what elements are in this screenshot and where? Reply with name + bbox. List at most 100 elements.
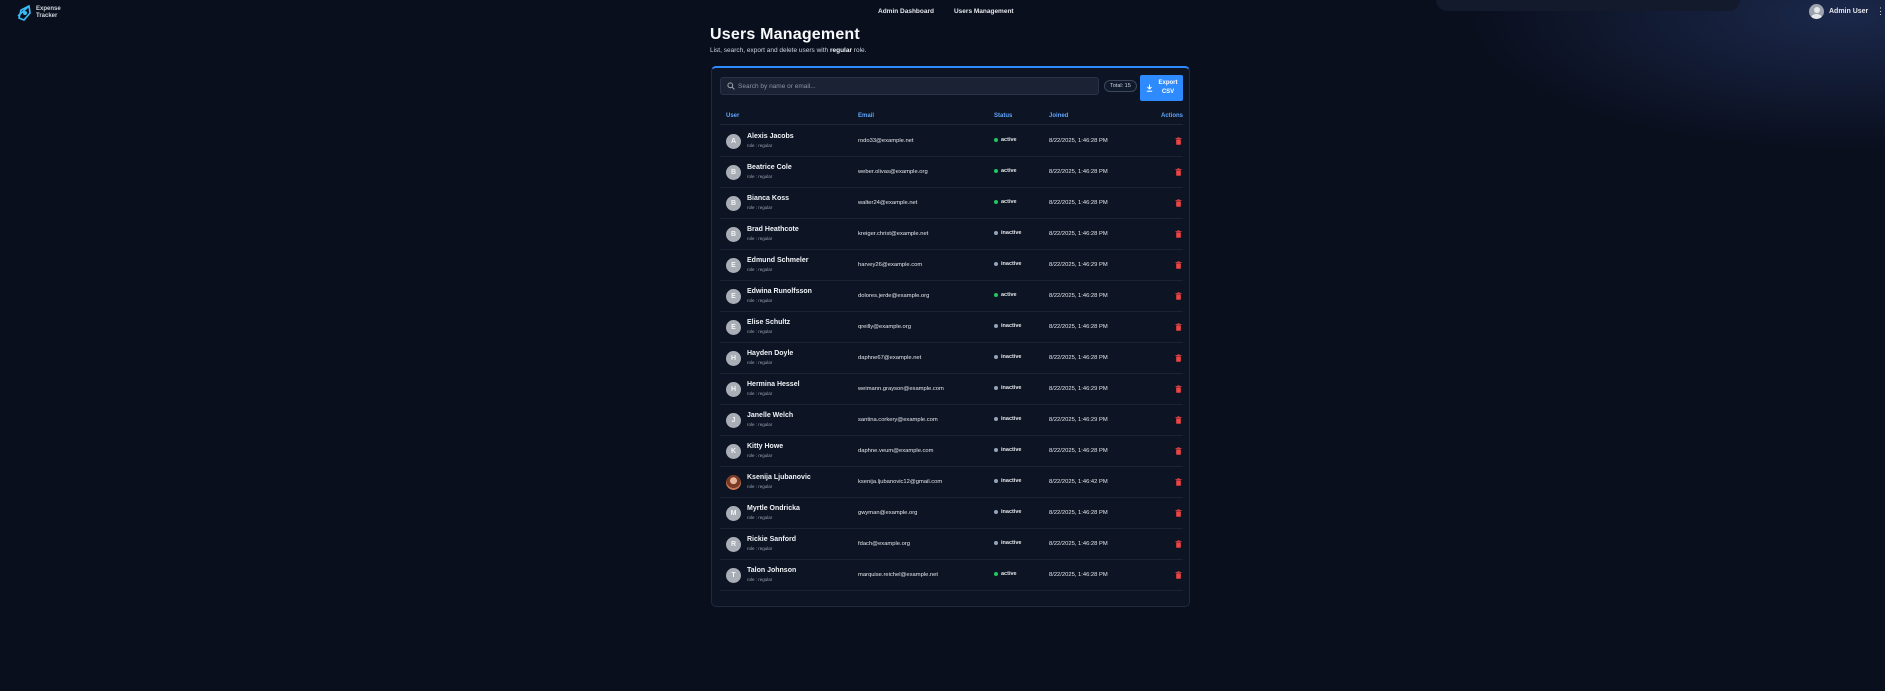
table-row[interactable]: J Janelle Welch role : regular santina.cork… — [720, 405, 1183, 436]
background-glow — [1465, 0, 1885, 150]
table-row[interactable]: E Edmund Schmeler role : regular harvey26@e… — [720, 250, 1183, 281]
table-row[interactable]: B Bianca Koss role : regular walter24@examp… — [720, 188, 1183, 219]
user-name-cell: Rickie Sanford — [747, 536, 797, 543]
kebab-menu-icon[interactable]: ⋮ — [1876, 7, 1885, 16]
user-name-cell: Bianca Koss — [747, 195, 790, 202]
table-row[interactable]: K Ksenija Ljubanovic role : regular ksenija… — [720, 467, 1183, 498]
delete-trash-icon[interactable] — [1175, 292, 1182, 300]
status-badge: active — [994, 137, 1017, 143]
user-avatar: E — [726, 320, 741, 335]
status-text: inactive — [1001, 230, 1022, 236]
joined-cell: 8/22/2025, 1:46:42 PM — [1049, 479, 1108, 485]
status-badge: inactive — [994, 540, 1021, 546]
status-text: inactive — [1001, 509, 1022, 515]
delete-trash-icon[interactable] — [1175, 261, 1182, 269]
delete-trash-icon[interactable] — [1175, 478, 1182, 486]
user-role-cell: role : regular — [747, 267, 773, 272]
users-table-body: A Alexis Jacobs role : regular rodo33@examp… — [720, 126, 1183, 591]
page-subtitle: List, search, export and delete users wi… — [710, 47, 866, 54]
header-email[interactable]: Email — [858, 113, 874, 119]
email-cell: weber.olivas@example.org — [858, 169, 928, 175]
table-row[interactable]: B Beatrice Cole role : regular weber.olivas… — [720, 157, 1183, 188]
status-badge: inactive — [994, 261, 1021, 267]
user-name-cell: Kitty Howe — [747, 443, 784, 450]
delete-trash-icon[interactable] — [1175, 509, 1182, 517]
nav-users-management[interactable]: Users Management — [954, 8, 1014, 15]
user-name-cell: Edwina Runolfsson — [747, 288, 812, 295]
export-csv-button[interactable]: Export CSV — [1140, 75, 1183, 101]
expense-tracker-logo-icon — [17, 4, 31, 21]
status-text: active — [1001, 199, 1017, 205]
joined-cell: 8/22/2025, 1:46:28 PM — [1049, 510, 1108, 516]
status-dot — [994, 293, 998, 297]
status-dot — [994, 541, 998, 545]
user-avatar: R — [726, 537, 741, 552]
email-cell: fdach@example.org — [858, 541, 910, 547]
delete-trash-icon[interactable] — [1175, 416, 1182, 424]
table-header: User Email Status Joined Actions — [720, 109, 1183, 125]
table-row[interactable]: R Rickie Sanford role : regular fdach@examp… — [720, 529, 1183, 560]
delete-trash-icon[interactable] — [1175, 540, 1182, 548]
status-dot — [994, 262, 998, 266]
header-user[interactable]: User — [726, 113, 739, 119]
header-actions: Actions — [1161, 113, 1184, 119]
top-decoration — [1436, 0, 1740, 11]
table-row[interactable]: M Myrtle Ondricka role : regular gwyman@exa… — [720, 498, 1183, 529]
email-cell: marquise.reichel@example.net — [858, 572, 938, 578]
user-role-cell: role : regular — [747, 329, 773, 334]
joined-cell: 8/22/2025, 1:46:28 PM — [1049, 231, 1108, 237]
user-avatar: J — [726, 413, 741, 428]
delete-trash-icon[interactable] — [1175, 137, 1182, 145]
status-dot — [994, 355, 998, 359]
user-role-cell: role : regular — [747, 546, 773, 551]
table-row[interactable]: E Elise Schultz role : regular qreilly@exam… — [720, 312, 1183, 343]
delete-trash-icon[interactable] — [1175, 323, 1182, 331]
download-icon — [1146, 84, 1153, 92]
table-row[interactable]: H Hermina Hessel role : regular weimann.gra… — [720, 374, 1183, 405]
joined-cell: 8/22/2025, 1:46:29 PM — [1049, 417, 1108, 423]
user-role-cell: role : regular — [747, 515, 773, 520]
subtitle-role: regular — [829, 47, 852, 54]
nav-admin-dashboard[interactable]: Admin Dashboard — [878, 8, 934, 15]
status-text: active — [1001, 292, 1017, 298]
status-badge: active — [994, 168, 1017, 174]
status-text: active — [1001, 168, 1017, 174]
user-name-cell: Myrtle Ondricka — [747, 505, 800, 512]
table-row[interactable]: H Hayden Doyle role : regular daphne67@exam… — [720, 343, 1183, 374]
user-name-cell: Beatrice Cole — [747, 164, 792, 171]
user-role-cell: role : regular — [747, 577, 773, 582]
header-joined[interactable]: Joined — [1049, 113, 1068, 119]
delete-trash-icon[interactable] — [1175, 168, 1182, 176]
table-row[interactable]: T Talon Johnson role : regular marquise.rei… — [720, 560, 1183, 591]
joined-cell: 8/22/2025, 1:46:29 PM — [1049, 386, 1108, 392]
user-name: Admin User — [1829, 8, 1869, 15]
delete-trash-icon[interactable] — [1175, 354, 1182, 362]
header-status[interactable]: Status — [994, 113, 1012, 119]
table-row[interactable]: E Edwina Runolfsson role : regular dolores.… — [720, 281, 1183, 312]
user-role-cell: role : regular — [747, 484, 773, 489]
user-menu[interactable]: Admin User — [1809, 4, 1868, 19]
delete-trash-icon[interactable] — [1175, 385, 1182, 393]
joined-cell: 8/22/2025, 1:46:28 PM — [1049, 293, 1108, 299]
email-cell: qreilly@example.org — [858, 324, 911, 330]
table-row[interactable]: A Alexis Jacobs role : regular rodo33@examp… — [720, 126, 1183, 157]
status-dot — [994, 200, 998, 204]
app-logo[interactable]: Expense Tracker — [16, 4, 76, 22]
user-name-cell: Edmund Schmeler — [747, 257, 809, 264]
user-role-cell: role : regular — [747, 391, 773, 396]
table-row[interactable]: B Brad Heathcote role : regular kreiger.chr… — [720, 219, 1183, 250]
delete-trash-icon[interactable] — [1175, 199, 1182, 207]
status-dot — [994, 417, 998, 421]
table-row[interactable]: K Kitty Howe role : regular daphne.veum@exa… — [720, 436, 1183, 467]
user-name-cell: Hermina Hessel — [747, 381, 800, 388]
user-avatar: E — [726, 289, 741, 304]
email-cell: harvey26@example.com — [858, 262, 923, 268]
status-text: inactive — [1001, 478, 1022, 484]
delete-trash-icon[interactable] — [1175, 230, 1182, 238]
search-input[interactable] — [738, 80, 1088, 93]
delete-trash-icon[interactable] — [1175, 447, 1182, 455]
delete-trash-icon[interactable] — [1175, 571, 1182, 579]
search-box[interactable] — [720, 77, 1099, 95]
user-avatar: H — [726, 351, 741, 366]
email-cell: kreiger.christ@example.net — [858, 231, 929, 237]
